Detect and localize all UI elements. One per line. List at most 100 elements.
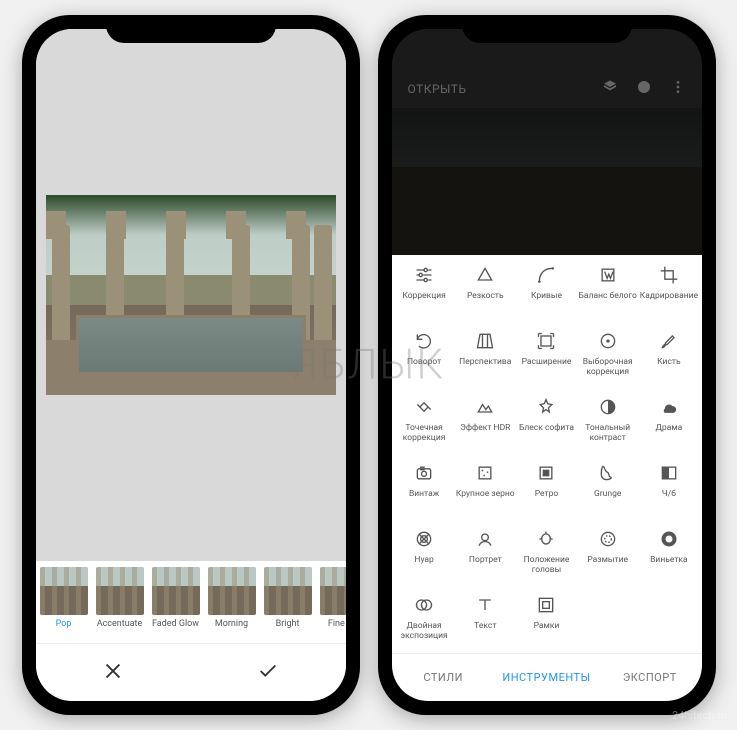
tool-details[interactable]: Резкость bbox=[455, 261, 516, 323]
device-notch bbox=[106, 15, 276, 43]
tool-brush[interactable]: Кисть bbox=[638, 327, 699, 389]
tool-label: Перспектива bbox=[459, 358, 511, 367]
heal-icon bbox=[414, 397, 434, 424]
double-icon bbox=[414, 595, 434, 622]
tool-label: Поворот bbox=[407, 358, 441, 367]
image-canvas[interactable] bbox=[36, 29, 346, 561]
noir-icon bbox=[414, 529, 434, 556]
tool-vintage[interactable]: Винтаж bbox=[394, 459, 455, 521]
confirm-bar bbox=[36, 643, 346, 701]
tool-wb[interactable]: Баланс белого bbox=[577, 261, 638, 323]
more-icon[interactable] bbox=[670, 79, 686, 98]
source-watermark: 24hitech.ru bbox=[672, 709, 727, 722]
open-button[interactable]: ОТКРЫТЬ bbox=[408, 82, 467, 96]
tool-label: Кисть bbox=[657, 358, 680, 367]
filter-label: Pop bbox=[56, 619, 72, 629]
filter-bright[interactable]: Bright bbox=[260, 567, 316, 629]
info-icon[interactable] bbox=[636, 79, 652, 98]
tool-label: Ч/б bbox=[662, 490, 676, 499]
tool-bw[interactable]: Ч/б bbox=[638, 459, 699, 521]
drama-icon bbox=[659, 397, 679, 424]
tool-tonal[interactable]: Тональный контраст bbox=[577, 393, 638, 455]
tool-label: Баланс белого bbox=[579, 292, 637, 301]
tool-radial[interactable]: Выборочная коррекция bbox=[577, 327, 638, 389]
phone-left: Pop Accentuate Faded Glow Morning Bright bbox=[22, 15, 360, 715]
grunge-icon bbox=[598, 463, 618, 490]
filter-thumbnail bbox=[152, 567, 200, 615]
tool-perspective[interactable]: Перспектива bbox=[455, 327, 516, 389]
tool-text[interactable]: Текст bbox=[455, 591, 516, 653]
tool-noir[interactable]: Нуар bbox=[394, 525, 455, 587]
filter-accentuate[interactable]: Accentuate bbox=[92, 567, 148, 629]
tool-label: Резкость bbox=[467, 292, 504, 301]
filter-faded-glow[interactable]: Faded Glow bbox=[148, 567, 204, 629]
tool-vignette[interactable]: Виньетка bbox=[638, 525, 699, 587]
tool-rotate[interactable]: Поворот bbox=[394, 327, 455, 389]
tool-label: Ретро bbox=[535, 490, 558, 499]
filter-fine-art[interactable]: Fine Art bbox=[316, 567, 346, 629]
tool-label: Виньетка bbox=[650, 556, 688, 565]
brush-icon bbox=[659, 331, 679, 358]
tool-glamour[interactable]: Блеск софита bbox=[516, 393, 577, 455]
perspective-icon bbox=[475, 331, 495, 358]
tool-label: Размытие bbox=[587, 556, 628, 565]
tool-tune[interactable]: Коррекция bbox=[394, 261, 455, 323]
apply-button[interactable] bbox=[257, 660, 279, 686]
tool-label: Винтаж bbox=[409, 490, 439, 499]
tool-portrait[interactable]: Портрет bbox=[455, 525, 516, 587]
tab-export[interactable]: ЭКСПОРТ bbox=[598, 654, 701, 701]
portrait-icon bbox=[475, 529, 495, 556]
tool-curves[interactable]: Кривые bbox=[516, 261, 577, 323]
tool-label: Рамки bbox=[534, 622, 560, 631]
tool-double[interactable]: Двойная экспозиция bbox=[394, 591, 455, 653]
tool-label: Положение головы bbox=[516, 556, 577, 575]
tool-label: Крупное зерно bbox=[456, 490, 515, 499]
layers-icon[interactable] bbox=[602, 79, 618, 98]
tool-label: Кадрирование bbox=[640, 292, 698, 301]
tool-hdr[interactable]: Эффект HDR bbox=[455, 393, 516, 455]
filter-label: Faded Glow bbox=[152, 619, 199, 629]
bottom-tabs: СТИЛИ ИНСТРУМЕНТЫ ЭКСПОРТ bbox=[392, 653, 702, 701]
tools-grid: Коррекция Резкость КривыеБаланс белогоКадр… bbox=[392, 255, 702, 653]
tool-drama[interactable]: Драма bbox=[638, 393, 699, 455]
tool-crop[interactable]: Кадрирование bbox=[638, 261, 699, 323]
tool-heal[interactable]: Точечная коррекция bbox=[394, 393, 455, 455]
tab-styles[interactable]: СТИЛИ bbox=[392, 654, 495, 701]
vignette-icon bbox=[659, 529, 679, 556]
filter-morning[interactable]: Morning bbox=[204, 567, 260, 629]
tool-expand[interactable]: Расширение bbox=[516, 327, 577, 389]
tool-label: Эффект HDR bbox=[460, 424, 510, 433]
details-icon bbox=[475, 265, 495, 292]
filter-thumbnail bbox=[40, 567, 88, 615]
vintage-icon bbox=[414, 463, 434, 490]
tool-frames[interactable]: Рамки bbox=[516, 591, 577, 653]
filter-label: Fine Art bbox=[328, 619, 346, 629]
tool-blur[interactable]: Размытие bbox=[577, 525, 638, 587]
wb-icon bbox=[598, 265, 618, 292]
cancel-button[interactable] bbox=[102, 660, 124, 686]
phone-right: ОТКРЫТЬ Коррекция Резкость КривыеБаланс бе… bbox=[378, 15, 716, 715]
filter-pop[interactable]: Pop bbox=[36, 567, 92, 629]
filter-thumbnail bbox=[208, 567, 256, 615]
tab-tools[interactable]: ИНСТРУМЕНТЫ bbox=[495, 654, 598, 701]
tool-label: Текст bbox=[474, 622, 496, 631]
tool-grain[interactable]: Крупное зерно bbox=[455, 459, 516, 521]
tonal-icon bbox=[598, 397, 618, 424]
tool-label: Точечная коррекция bbox=[394, 424, 455, 443]
filter-thumbnail bbox=[264, 567, 312, 615]
tool-retro[interactable]: Ретро bbox=[516, 459, 577, 521]
tune-icon bbox=[414, 265, 434, 292]
tool-headpose[interactable]: Положение головы bbox=[516, 525, 577, 587]
tool-label: Блеск софита bbox=[519, 424, 574, 433]
headpose-icon bbox=[536, 529, 556, 556]
filter-label: Bright bbox=[276, 619, 300, 629]
filter-strip[interactable]: Pop Accentuate Faded Glow Morning Bright bbox=[36, 561, 346, 643]
filter-thumbnail bbox=[320, 567, 346, 615]
tool-label: Выборочная коррекция bbox=[577, 358, 638, 377]
tools-panel: Коррекция Резкость КривыеБаланс белогоКадр… bbox=[392, 255, 702, 701]
edited-photo bbox=[46, 195, 336, 395]
tool-label: Драма bbox=[656, 424, 683, 433]
tool-grunge[interactable]: Grunge bbox=[577, 459, 638, 521]
rotate-icon bbox=[414, 331, 434, 358]
tool-label: Тональный контраст bbox=[577, 424, 638, 443]
